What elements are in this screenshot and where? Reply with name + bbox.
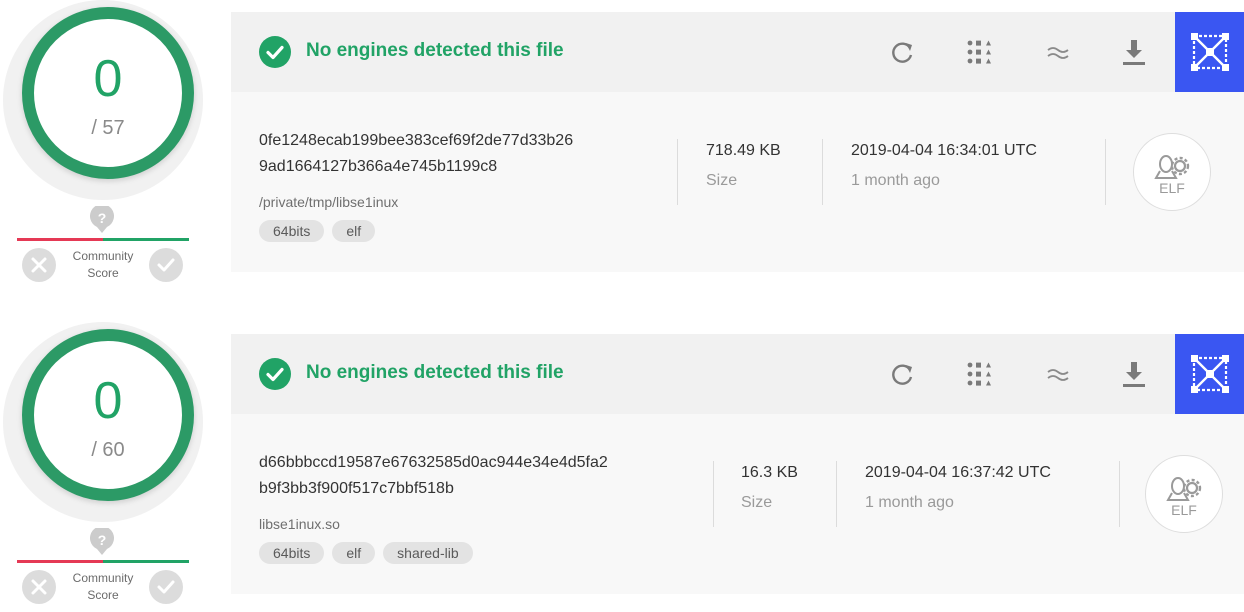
file-size-label: Size bbox=[741, 494, 773, 511]
file-hash-line1: 0fe1248ecab199bee383cef69f2de77d33b26 bbox=[259, 132, 574, 149]
file-size-label: Size bbox=[706, 172, 738, 189]
file-type-label: ELF bbox=[1159, 180, 1185, 196]
community-score-label: Community Score bbox=[60, 570, 146, 604]
file-type-badge: ELF bbox=[1133, 133, 1211, 211]
last-analysis-relative: 1 month ago bbox=[851, 172, 940, 189]
file-name: /private/tmp/libse1inux bbox=[259, 194, 399, 210]
elf-file-icon: ELF bbox=[1154, 155, 1190, 196]
close-icon bbox=[31, 579, 47, 595]
file-name: libse1inux.so bbox=[259, 516, 340, 532]
community-score: ? Community Score bbox=[0, 528, 206, 612]
check-circle-icon bbox=[259, 358, 291, 390]
tag[interactable]: elf bbox=[332, 220, 376, 242]
community-bar-negative bbox=[17, 238, 103, 241]
detection-gauge: 0 / 57 bbox=[3, 0, 203, 200]
file-hash-line1: d66bbbccd19587e67632585d0ac944e34e4d5fa2 bbox=[259, 454, 608, 471]
last-analysis-date: 2019-04-04 16:34:01 UTC bbox=[851, 142, 1037, 159]
file-card: No engines detected this file bbox=[231, 12, 1244, 272]
divider bbox=[1119, 461, 1120, 527]
question-icon: ? bbox=[90, 206, 114, 233]
svg-text:?: ? bbox=[98, 210, 107, 226]
community-score: ? Community Score bbox=[0, 206, 206, 290]
elf-file-icon: ELF bbox=[1166, 477, 1202, 518]
download-button[interactable] bbox=[1116, 34, 1152, 70]
last-analysis-relative: 1 month ago bbox=[865, 494, 954, 511]
compare-button[interactable] bbox=[1040, 356, 1076, 392]
file-hash-line2: 9ad1664127b366a4e745b1199c8 bbox=[259, 158, 498, 175]
graph-icon bbox=[1191, 33, 1229, 71]
tag[interactable]: 64bits bbox=[259, 220, 325, 242]
divider bbox=[822, 139, 823, 205]
compare-button[interactable] bbox=[1040, 34, 1076, 70]
detection-count: 0 bbox=[93, 50, 123, 108]
check-circle-icon bbox=[259, 36, 291, 68]
download-button[interactable] bbox=[1116, 356, 1152, 392]
file-size-value: 718.49 KB bbox=[706, 142, 781, 159]
community-bar-positive bbox=[103, 560, 189, 563]
reanalyze-button[interactable] bbox=[885, 34, 921, 70]
divider bbox=[677, 139, 678, 205]
community-label-line1: Community bbox=[72, 249, 134, 263]
detection-ring: 0 / 60 bbox=[22, 329, 194, 501]
file-hash[interactable]: d66bbbccd19587e67632585d0ac944e34e4d5fa2… bbox=[259, 450, 699, 502]
graph-button[interactable] bbox=[1175, 334, 1244, 414]
detection-score-panel: 0 / 60 ? Community Score bbox=[0, 322, 206, 612]
detection-status: No engines detected this file bbox=[306, 40, 564, 61]
engine-total: / 60 bbox=[91, 439, 125, 461]
tag-list: 64bits elf bbox=[259, 220, 376, 242]
file-hash[interactable]: 0fe1248ecab199bee383cef69f2de77d33b26 9a… bbox=[259, 128, 654, 180]
vote-harmless-button[interactable] bbox=[149, 248, 183, 282]
detection-count: 0 bbox=[93, 372, 123, 430]
detection-gauge: 0 / 60 bbox=[3, 322, 203, 522]
card-header: No engines detected this file bbox=[231, 334, 1244, 414]
reanalyze-icon bbox=[892, 364, 913, 385]
tag-list: 64bits elf shared-lib bbox=[259, 542, 473, 564]
file-size-value: 16.3 KB bbox=[741, 464, 798, 481]
detection-status: No engines detected this file bbox=[306, 362, 564, 383]
divider bbox=[713, 461, 714, 527]
file-hash-line2: b9f3bb3f900f517c7bbf518b bbox=[259, 480, 454, 497]
svg-text:?: ? bbox=[98, 532, 107, 548]
community-label-line2: Score bbox=[87, 266, 119, 280]
tag[interactable]: elf bbox=[332, 542, 376, 564]
vote-malicious-button[interactable] bbox=[22, 570, 56, 604]
detection-ring: 0 / 57 bbox=[22, 7, 194, 179]
tag[interactable]: 64bits bbox=[259, 542, 325, 564]
community-label-line1: Community bbox=[72, 571, 134, 585]
file-report-1: 0 / 57 ? Community Score No engines dete… bbox=[0, 0, 1244, 290]
community-score-label: Community Score bbox=[60, 248, 146, 282]
vote-harmless-button[interactable] bbox=[149, 570, 183, 604]
graph-button[interactable] bbox=[1175, 12, 1244, 92]
community-label-line2: Score bbox=[87, 588, 119, 602]
download-icon bbox=[1123, 40, 1145, 65]
similar-button[interactable] bbox=[962, 34, 998, 70]
compare-icon bbox=[1047, 47, 1069, 59]
community-bar-negative bbox=[17, 560, 103, 563]
engine-total: / 57 bbox=[91, 117, 125, 139]
question-icon: ? bbox=[90, 528, 114, 555]
card-header: No engines detected this file bbox=[231, 12, 1244, 92]
check-icon bbox=[157, 258, 175, 272]
tag[interactable]: shared-lib bbox=[383, 542, 473, 564]
file-type-badge: ELF bbox=[1145, 455, 1223, 533]
reanalyze-icon bbox=[892, 42, 913, 63]
file-report-2: 0 / 60 ? Community Score No engines dete… bbox=[0, 322, 1244, 612]
check-icon bbox=[157, 580, 175, 594]
divider bbox=[1105, 139, 1106, 205]
community-bar-positive bbox=[103, 238, 189, 241]
vote-malicious-button[interactable] bbox=[22, 248, 56, 282]
reanalyze-button[interactable] bbox=[885, 356, 921, 392]
file-card: No engines detected this file bbox=[231, 334, 1244, 594]
last-analysis-date: 2019-04-04 16:37:42 UTC bbox=[865, 464, 1051, 481]
download-icon bbox=[1123, 362, 1145, 387]
graph-icon bbox=[1191, 355, 1229, 393]
compare-icon bbox=[1047, 369, 1069, 381]
file-type-label: ELF bbox=[1171, 502, 1197, 518]
similar-icon bbox=[967, 362, 991, 386]
close-icon bbox=[31, 257, 47, 273]
detection-score-panel: 0 / 57 ? Community Score bbox=[0, 0, 206, 290]
divider bbox=[836, 461, 837, 527]
similar-button[interactable] bbox=[962, 356, 998, 392]
similar-icon bbox=[967, 40, 991, 64]
